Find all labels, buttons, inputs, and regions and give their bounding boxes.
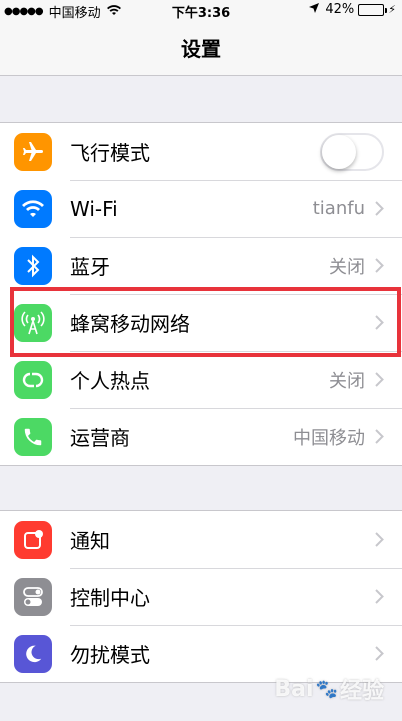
bluetooth-status: 关闭: [329, 256, 365, 278]
row-control-center[interactable]: 控制中心: [0, 568, 402, 625]
status-right: 42% ⚡: [309, 2, 396, 17]
row-wifi[interactable]: Wi-Fi tianfu: [0, 180, 402, 237]
bluetooth-icon: [14, 246, 52, 285]
watermark-left: Bai: [274, 676, 314, 702]
chevron-right-icon: [375, 589, 384, 604]
chevron-right-icon: [375, 201, 384, 216]
row-label: 运营商: [70, 426, 130, 450]
paw-icon: 🐾: [315, 678, 338, 700]
airplane-icon: [14, 132, 52, 171]
row-notifications[interactable]: 通知: [0, 511, 402, 568]
battery-icon: [358, 3, 388, 16]
wifi-icon: [14, 189, 52, 228]
chevron-right-icon: [375, 315, 384, 330]
row-label: 通知: [70, 529, 110, 553]
watermark-right: 经验: [339, 679, 384, 704]
chevron-right-icon: [375, 258, 384, 273]
row-label: 蓝牙: [70, 255, 110, 279]
page-title: 设置: [181, 37, 221, 61]
moon-icon: [14, 634, 52, 673]
cellular-antenna-icon: [14, 303, 52, 342]
row-bluetooth[interactable]: 蓝牙 关闭: [0, 237, 402, 294]
chevron-right-icon: [375, 372, 384, 387]
status-bar: ●●●●● 中国移动 下午3:36 42% ⚡: [0, 0, 402, 21]
hotspot-status: 关闭: [329, 370, 365, 392]
phone-icon: [14, 417, 52, 456]
location-arrow-icon: [309, 2, 320, 17]
wifi-network-name: tianfu: [312, 198, 365, 219]
airplane-mode-toggle[interactable]: [320, 132, 384, 171]
row-label: 个人热点: [70, 369, 150, 393]
row-label: 蜂窝移动网络: [70, 312, 190, 336]
battery-percent: 42%: [325, 2, 355, 17]
settings-group-connectivity: 飞行模式 Wi-Fi tianfu 蓝牙 关闭 蜂窝移动网络 个人热点 关闭 运…: [0, 122, 402, 466]
chevron-right-icon: [375, 646, 384, 661]
navigation-bar: 设置: [0, 20, 402, 76]
charging-bolt-icon: ⚡: [388, 3, 396, 16]
settings-group-system: 通知 控制中心 勿扰模式: [0, 510, 402, 683]
row-label: Wi-Fi: [70, 196, 118, 221]
baidu-watermark: Bai 🐾 经验: [274, 673, 384, 705]
row-label: 飞行模式: [70, 141, 150, 165]
row-label: 控制中心: [70, 586, 150, 610]
chevron-right-icon: [375, 532, 384, 547]
row-cellular[interactable]: 蜂窝移动网络: [0, 294, 402, 351]
control-center-icon: [14, 577, 52, 616]
notifications-icon: [14, 520, 52, 559]
carrier-value: 中国移动: [293, 427, 365, 449]
row-personal-hotspot[interactable]: 个人热点 关闭: [0, 351, 402, 408]
row-carrier[interactable]: 运营商 中国移动: [0, 408, 402, 465]
chevron-right-icon: [375, 429, 384, 444]
toggle-knob: [322, 134, 356, 169]
row-label: 勿扰模式: [70, 643, 150, 667]
hotspot-link-icon: [14, 360, 52, 399]
row-airplane-mode[interactable]: 飞行模式: [0, 123, 402, 180]
